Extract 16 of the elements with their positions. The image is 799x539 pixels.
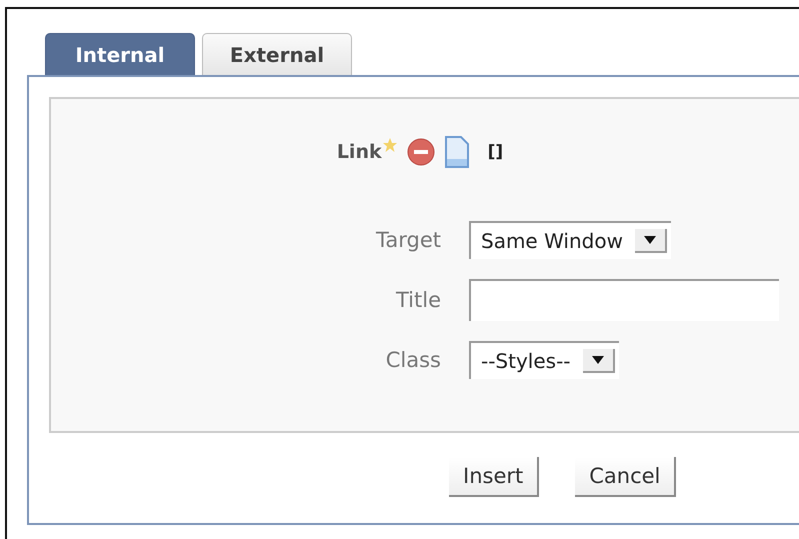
tab[interactable]: Internal	[45, 33, 195, 75]
field-label: Target	[375, 228, 441, 252]
link-label: Link	[336, 141, 382, 163]
dialog-button[interactable]: Cancel	[575, 457, 676, 497]
document-icon[interactable]	[444, 135, 470, 169]
tab[interactable]: External	[202, 33, 352, 75]
select-field[interactable]: Same Window	[469, 221, 671, 259]
field-label: Title	[394, 288, 441, 312]
field-label: Class	[384, 348, 441, 372]
select-field[interactable]: --Styles--	[469, 341, 619, 379]
text-field[interactable]	[469, 279, 779, 321]
remove-icon[interactable]	[406, 137, 436, 167]
dropdown-arrow-icon	[592, 356, 604, 364]
dialog-button[interactable]: Insert	[449, 457, 540, 497]
link-value: []	[488, 142, 504, 162]
dropdown-arrow-icon	[644, 236, 656, 244]
